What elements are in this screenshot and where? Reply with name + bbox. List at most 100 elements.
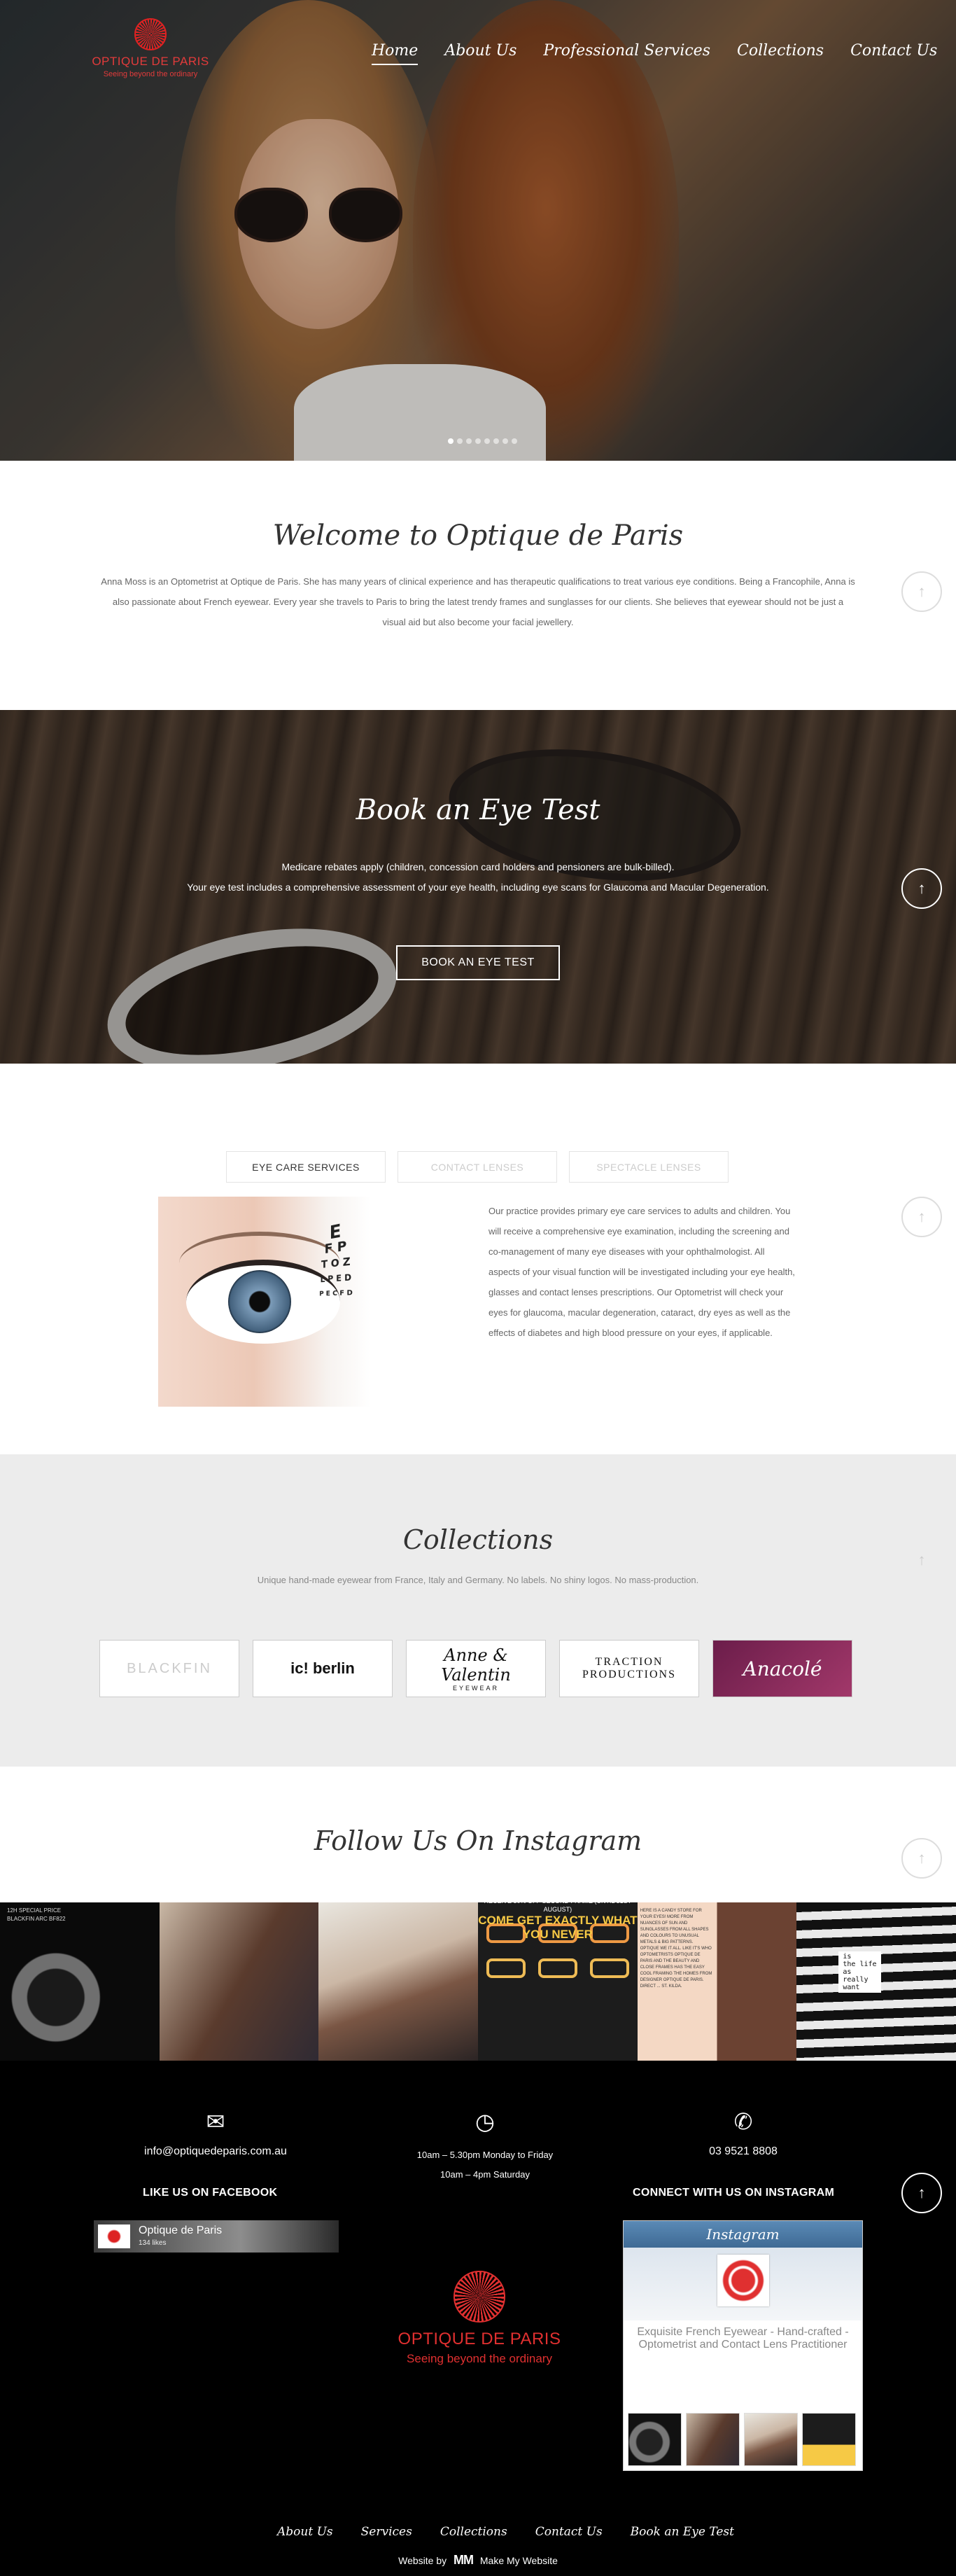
instagram-thumb[interactable] [686, 2413, 740, 2466]
instagram-thumb[interactable] [744, 2413, 798, 2466]
welcome-title: Welcome to Optique de Paris [272, 520, 684, 552]
slider-dot[interactable] [502, 438, 508, 444]
nav-contact-us[interactable]: Contact Us [837, 42, 950, 60]
credit-link[interactable]: Make My Website [480, 2555, 558, 2566]
post-text: is the life as really want [838, 1951, 881, 1993]
instagram-widget[interactable]: Instagram Exquisite French Eyewear - Han… [623, 2220, 863, 2471]
footer-link-book-eye-test[interactable]: Book an Eye Test [617, 2525, 748, 2539]
eye-iris [228, 1270, 291, 1333]
back-to-top-button[interactable]: ↑ [901, 1838, 942, 1879]
brand-tagline: Seeing beyond the ordinary [103, 70, 198, 78]
instagram-profile-avatar[interactable] [717, 2255, 769, 2306]
nav-collections[interactable]: Collections [724, 42, 837, 60]
brand-name-text: BLACKFIN [127, 1660, 212, 1676]
brand-logo-traction[interactable]: TRACTION PRODUCTIONS [559, 1640, 699, 1697]
post-text: HERE IS A CANDY STORE FOR YOUR EYES! MOR… [640, 1909, 712, 1989]
brand-name: OPTIQUE DE PARIS [92, 55, 209, 68]
eye-chart-row: L P E D [320, 1272, 352, 1285]
slider-dot[interactable] [484, 438, 490, 444]
back-to-top-button[interactable]: ↑ [901, 571, 942, 612]
brand-logo-anne-valentin[interactable]: Anne & Valentin EYEWEAR [406, 1640, 546, 1697]
arrow-up-icon: ↑ [918, 2184, 926, 2201]
facebook-page-name[interactable]: Optique de Paris [139, 2225, 222, 2237]
tab-spectacle-lenses[interactable]: SPECTACLE LENSES [569, 1151, 729, 1183]
main-nav: Home About Us Professional Services Coll… [358, 42, 950, 65]
instagram-widget-title: Instagram [624, 2221, 862, 2248]
footer-email-link[interactable]: info@optiquedeparis.com.au [144, 2145, 287, 2157]
slider-dot[interactable] [493, 438, 499, 444]
footer-link-collections[interactable]: Collections [426, 2525, 521, 2539]
services-body: Our practice provides primary eye care s… [488, 1206, 795, 1338]
arrow-up-icon: ↑ [918, 1551, 926, 1568]
slider-dot[interactable] [512, 438, 517, 444]
instagram-feed: 12H SPECIAL PRICE BLACKFIN ARC BF822 REC… [0, 1902, 956, 2061]
footer-email-col: ✉ info@optiquedeparis.com.au [76, 2106, 356, 2158]
slider-dot[interactable] [466, 438, 472, 444]
instagram-widget-cover [624, 2248, 862, 2320]
instagram-post[interactable] [159, 1902, 319, 2061]
welcome-body: Anna Moss is an Optometrist at Optique d… [101, 576, 855, 627]
site-logo[interactable]: OPTIQUE DE PARIS Seeing beyond the ordin… [91, 18, 210, 95]
credit-prefix: Website by [398, 2555, 447, 2566]
collections-subtitle: Unique hand-made eyewear from France, It… [257, 1575, 699, 1585]
hero-slider[interactable]: OPTIQUE DE PARIS Seeing beyond the ordin… [0, 0, 956, 461]
instagram-post[interactable]: HERE IS A CANDY STORE FOR YOUR EYES! MOR… [637, 1902, 797, 2061]
make-my-website-logo[interactable]: MM [454, 2553, 474, 2567]
sun-logo-icon [134, 18, 167, 50]
footer-hours-saturday: 10am – 4pm Saturday [440, 2169, 530, 2180]
instagram-title: Follow Us On Instagram [314, 1825, 642, 1856]
brand-name-text: ic! berlin [290, 1659, 355, 1677]
footer-hours-weekday: 10am – 5.30pm Monday to Friday [416, 2150, 554, 2160]
instagram-profile-description: Exquisite French Eyewear - Hand-crafted … [637, 2326, 849, 2351]
brand-name-text: Anacolé [743, 1657, 822, 1680]
facebook-page-avatar [98, 2225, 130, 2248]
instagram-post[interactable]: RECEIVE 50% OFF SECOND FRAME (UNTIL 31ST… [478, 1902, 638, 2061]
facebook-heading: LIKE US ON FACEBOOK [143, 2187, 278, 2199]
nav-home[interactable]: Home [358, 42, 431, 65]
book-assessment-text: Your eye test includes a comprehensive a… [187, 882, 769, 893]
brand-logo-blackfin[interactable]: BLACKFIN [99, 1640, 239, 1697]
footer-brand-name: OPTIQUE DE PARIS [398, 2330, 561, 2348]
book-eye-test-section: Book an Eye Test Medicare rebates apply … [0, 710, 956, 1064]
facebook-page-widget[interactable]: Optique de Paris 134 likes [94, 2220, 339, 2253]
phone-icon: ✆ [733, 2109, 753, 2134]
footer-link-about-us[interactable]: About Us [263, 2525, 347, 2539]
instagram-thumb[interactable] [628, 2413, 682, 2466]
nav-about-us[interactable]: About Us [431, 42, 530, 60]
footer-logo: OPTIQUE DE PARIS Seeing beyond the ordin… [397, 2271, 562, 2366]
brand-logo-anacole[interactable]: Anacolé [712, 1640, 852, 1697]
collections-section: Collections Unique hand-made eyewear fro… [0, 1454, 956, 1767]
welcome-section: Welcome to Optique de Paris Anna Moss is… [0, 461, 956, 710]
eye-chart: E F P T O Z L P E D P E C F D [315, 1220, 358, 1391]
instagram-post[interactable] [318, 1902, 479, 2061]
clock-icon: ◷ [475, 2109, 495, 2134]
post-caption: 12H SPECIAL PRICE BLACKFIN ARC BF822 [7, 1907, 66, 1922]
footer-hours-col: ◷ 10am – 5.30pm Monday to Friday 10am – … [345, 2106, 625, 2185]
eye-exam-image: E F P T O Z L P E D P E C F D [158, 1197, 371, 1407]
instagram-thumb[interactable] [802, 2413, 856, 2466]
brand-sublabel: EYEWEAR [452, 1685, 499, 1692]
tab-eye-care-services[interactable]: EYE CARE SERVICES [226, 1151, 386, 1183]
instagram-widget-thumbs [628, 2413, 856, 2466]
nav-professional-services[interactable]: Professional Services [530, 42, 724, 60]
back-to-top-button[interactable]: ↑ [901, 1197, 942, 1237]
footer-phone-link[interactable]: 03 9521 8808 [709, 2145, 778, 2157]
collections-title: Collections [402, 1524, 554, 1555]
tab-contact-lenses[interactable]: CONTACT LENSES [398, 1151, 557, 1183]
instagram-post[interactable]: 12H SPECIAL PRICE BLACKFIN ARC BF822 [0, 1902, 160, 2061]
slider-dot[interactable] [448, 438, 454, 444]
slider-dot[interactable] [475, 438, 481, 444]
arrow-up-icon: ↑ [918, 583, 926, 600]
footer-link-services[interactable]: Services [347, 2525, 426, 2539]
slider-dot[interactable] [457, 438, 463, 444]
envelope-icon: ✉ [206, 2109, 225, 2134]
brand-name-text: Anne & Valentin [441, 1645, 511, 1685]
book-medicare-text: Medicare rebates apply (children, conces… [281, 861, 675, 872]
footer-link-contact-us[interactable]: Contact Us [521, 2525, 617, 2539]
back-to-top-button[interactable]: ↑ [901, 2173, 942, 2213]
instagram-post[interactable]: is the life as really want [796, 1902, 956, 2061]
brand-logo-ic-berlin[interactable]: ic! berlin [253, 1640, 393, 1697]
book-eye-test-button[interactable]: BOOK AN EYE TEST [396, 945, 560, 980]
back-to-top-button[interactable]: ↑ [901, 1540, 942, 1580]
back-to-top-button[interactable]: ↑ [901, 868, 942, 909]
